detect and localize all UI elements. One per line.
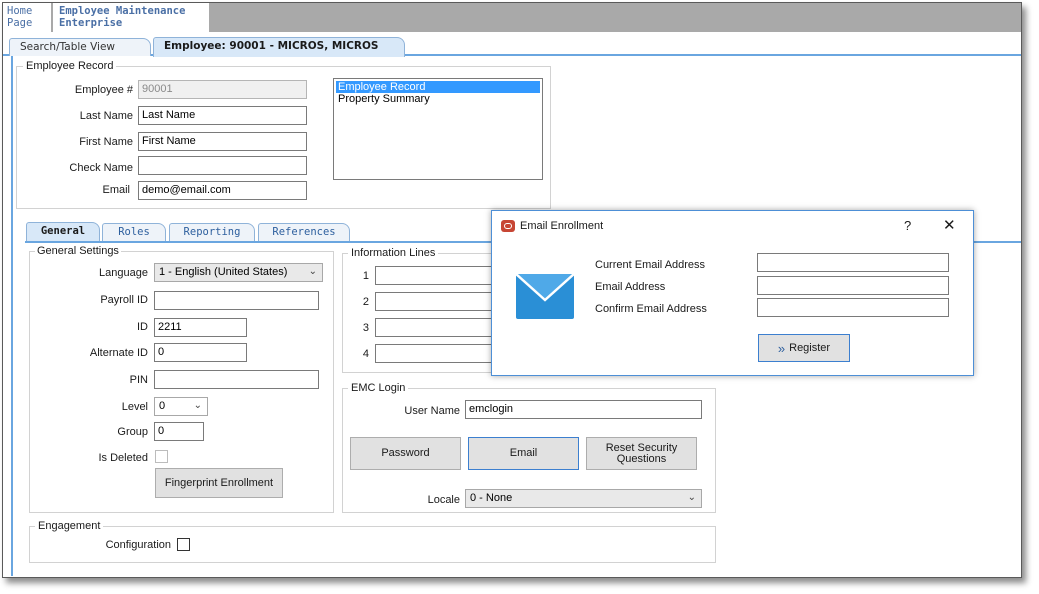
alternate-id-label: Alternate ID [89,347,148,359]
is-deleted-checkbox[interactable] [155,450,168,463]
group-label: Group [117,426,148,438]
last-name-label: Last Name [79,110,133,122]
chevron-down-icon: ⌄ [193,400,202,411]
employee-num-field: 90001 [138,80,307,99]
info-line-number: 3 [362,322,369,334]
confirm-email-field[interactable] [757,298,949,317]
tab-employee-record[interactable]: Employee: 90001 - MICROS, MICROS [153,37,405,57]
document-tabs: Search/Table View Employee: 90001 - MICR… [3,32,1021,57]
level-select[interactable]: 0 ⌄ [154,397,208,416]
employee-record-title: Employee Record [23,60,117,72]
email-address-label: Email Address [595,281,666,293]
chevron-down-icon: ⌄ [687,492,696,503]
close-icon[interactable]: ✕ [943,216,956,234]
configuration-label: Configuration [105,539,171,551]
tab-search-table-view[interactable]: Search/Table View [9,38,151,56]
reset-security-questions-button[interactable]: Reset Security Questions [586,437,697,470]
email-enrollment-dialog: Email Enrollment ? ✕ Current Email Addre… [491,210,974,376]
tab-general[interactable]: General [26,222,100,242]
user-name-field[interactable]: emclogin [465,400,702,419]
pin-label: PIN [129,374,148,386]
confirm-email-label: Confirm Email Address [595,303,707,315]
employee-maintenance-window: Home Page Employee Maintenance Enterpris… [2,2,1022,578]
payroll-id-label: Payroll ID [100,294,148,306]
id-label: ID [137,321,148,333]
locale-label: Locale [427,494,460,506]
home-page-link[interactable]: Home Page [3,3,51,32]
id-field[interactable]: 2211 [154,318,247,337]
email-address-field[interactable] [757,276,949,295]
content-border [11,56,13,576]
information-lines-title: Information Lines [348,247,439,259]
chevron-down-icon: ⌄ [308,266,317,277]
record-list[interactable]: Employee Record Property Summary [333,78,543,180]
group-field[interactable]: 0 [154,422,204,441]
double-chevron-right-icon: » [777,340,786,356]
help-icon[interactable]: ? [904,218,911,233]
check-name-label: Check Name [69,162,133,174]
language-label: Language [99,267,148,279]
user-name-label: User Name [404,405,460,417]
locale-value: 0 - None [470,492,513,504]
last-name-field[interactable]: Last Name [138,106,307,125]
payroll-id-field[interactable] [154,291,319,310]
pin-field[interactable] [154,370,319,389]
language-select[interactable]: 1 - English (United States) ⌄ [154,263,323,282]
list-item[interactable]: Employee Record [336,81,540,93]
is-deleted-label: Is Deleted [98,452,148,464]
oracle-logo-icon [501,220,515,232]
email-field[interactable]: demo@email.com [138,181,307,200]
envelope-icon [516,274,574,319]
employee-num-label: Employee # [74,84,133,96]
employee-maintenance-link[interactable]: Employee Maintenance Enterprise [53,3,209,32]
tab-reporting[interactable]: Reporting [169,223,255,241]
first-name-label: First Name [79,136,133,148]
email-button[interactable]: Email [468,437,579,470]
emc-login-title: EMC Login [348,382,409,394]
tab-references[interactable]: References [258,223,350,241]
info-line-number: 4 [362,348,369,360]
configuration-checkbox[interactable] [177,538,190,551]
current-email-label: Current Email Address [595,259,706,271]
alternate-id-field[interactable]: 0 [154,343,247,362]
level-value: 0 [159,400,166,412]
email-label: Email [102,184,130,196]
engagement-title: Engagement [35,520,104,532]
language-value: 1 - English (United States) [159,266,288,278]
list-item[interactable]: Property Summary [336,93,540,105]
info-line-number: 1 [362,270,369,282]
dialog-titlebar: Email Enrollment ? ✕ [492,211,973,241]
tab-roles[interactable]: Roles [102,223,166,241]
info-line-number: 2 [362,296,369,308]
register-label: Register [789,341,831,354]
fingerprint-enrollment-button[interactable]: Fingerprint Enrollment [155,468,283,498]
first-name-field[interactable]: First Name [138,132,307,151]
locale-select[interactable]: 0 - None ⌄ [465,489,702,508]
dialog-title: Email Enrollment [520,220,604,232]
register-button[interactable]: » Register [758,334,850,362]
check-name-field[interactable] [138,156,307,175]
current-email-field[interactable] [757,253,949,272]
password-button[interactable]: Password [350,437,461,470]
level-label: Level [121,401,148,413]
general-settings-title: General Settings [35,245,121,257]
top-menu-bar: Home Page Employee Maintenance Enterpris… [3,3,1021,32]
